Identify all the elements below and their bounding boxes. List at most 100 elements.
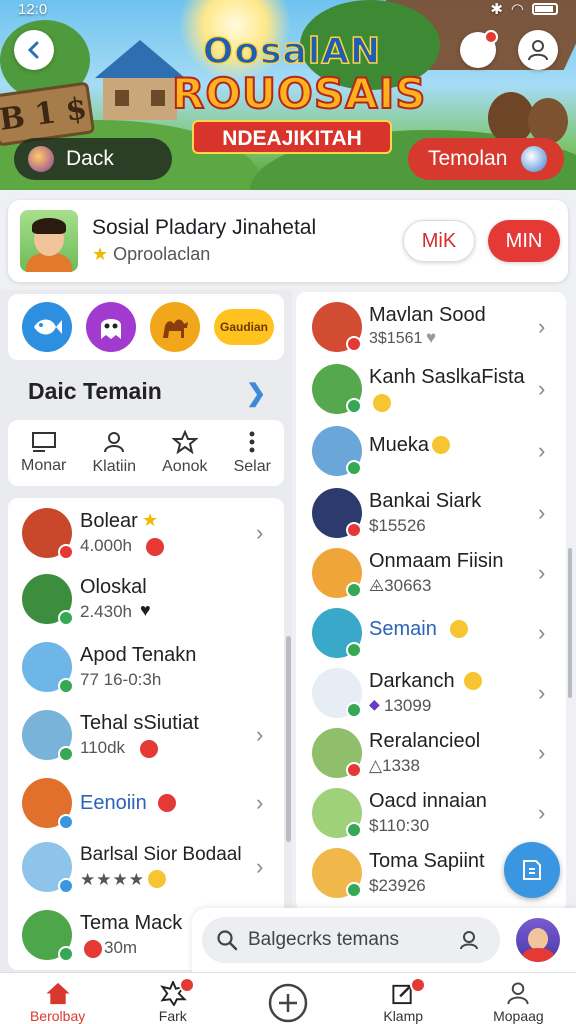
list-item[interactable]: Mueka › bbox=[296, 424, 566, 484]
smile-emoji-icon bbox=[450, 620, 468, 638]
min-button[interactable]: MIN bbox=[488, 220, 560, 262]
list-item[interactable]: Bolear ★ 4.000h › bbox=[8, 504, 284, 564]
gaudian-button[interactable]: Gaudian bbox=[214, 309, 274, 345]
logo-line2: ROUOSAIS bbox=[171, 69, 427, 118]
nav-profile[interactable]: Mopaag bbox=[461, 973, 576, 1024]
list-item[interactable]: Barlsal Sior Bodaal ★★★★ › bbox=[8, 838, 284, 898]
compose-fab[interactable] bbox=[504, 842, 560, 898]
status-badge bbox=[58, 544, 74, 560]
friend-name: Oacd innaian bbox=[369, 790, 487, 812]
tool-klatiin[interactable]: Klatiin bbox=[92, 430, 136, 476]
friend-status: 110dk bbox=[80, 738, 126, 757]
mik-button[interactable]: MiK bbox=[403, 220, 475, 262]
person-icon bbox=[104, 432, 125, 453]
friend-name: Bankai Siark bbox=[369, 490, 482, 512]
notification-badge bbox=[179, 977, 196, 993]
profile-name: Sosial Pladary Jinahetal bbox=[92, 216, 317, 239]
friend-score: $15526 bbox=[369, 516, 426, 535]
friend-name: Eenoiin bbox=[80, 792, 147, 814]
list-item[interactable]: Semain › bbox=[296, 606, 566, 666]
chevron-right-icon: › bbox=[538, 800, 546, 825]
temolan-label: Temolan bbox=[428, 147, 508, 170]
user-avatar[interactable] bbox=[516, 918, 560, 962]
logo-ribbon: NDEAJIKITAH bbox=[192, 120, 392, 154]
friend-status: 2.430h bbox=[80, 602, 132, 621]
nav-add[interactable] bbox=[230, 973, 345, 1024]
add-friend-icon[interactable] bbox=[458, 929, 480, 951]
smile-emoji-icon bbox=[373, 394, 391, 412]
status-time: 12:0 bbox=[18, 0, 48, 18]
temolan-button[interactable]: Temolan bbox=[408, 138, 564, 180]
list-item[interactable]: Reralancieol △1338 › bbox=[296, 726, 566, 786]
nav-label: Fark bbox=[158, 1008, 187, 1024]
friend-score: △1338 bbox=[369, 756, 420, 775]
star-icon: ★ bbox=[92, 244, 109, 264]
nav-home[interactable]: Berolbay bbox=[0, 973, 115, 1024]
notification-badge bbox=[409, 977, 426, 993]
list-item[interactable]: Oloskal 2.430h ♥ bbox=[8, 570, 284, 630]
more-vertical-icon bbox=[249, 431, 255, 453]
profile-subtitle-text: Oproolaclan bbox=[113, 244, 211, 264]
online-badge bbox=[346, 822, 362, 838]
tool-selar[interactable]: Selar bbox=[234, 430, 271, 476]
fire-icon bbox=[140, 740, 158, 758]
left-scrollbar[interactable] bbox=[286, 636, 291, 842]
status-bar: 12:0 ✱ ◠ bbox=[0, 0, 576, 18]
home-icon bbox=[46, 982, 70, 1005]
smile-emoji-icon bbox=[432, 436, 450, 454]
nav-label: Berolbay bbox=[29, 1008, 86, 1024]
search-icon[interactable] bbox=[216, 929, 238, 951]
compose-icon bbox=[523, 860, 541, 880]
camel-app-icon[interactable] bbox=[150, 302, 200, 352]
online-badge bbox=[346, 582, 362, 598]
list-item[interactable]: Kanh SaslkaFista › bbox=[296, 362, 566, 422]
section-expand-icon[interactable]: ❯ bbox=[246, 379, 266, 408]
wifi-icon: ◠ bbox=[510, 1, 524, 18]
online-badge bbox=[346, 882, 362, 898]
notification-button[interactable] bbox=[460, 30, 498, 68]
friend-name: Oloskal bbox=[80, 576, 147, 598]
right-scrollbar[interactable] bbox=[568, 548, 572, 698]
list-item[interactable]: Oacd innaian $110:30 › bbox=[296, 786, 566, 846]
search-panel bbox=[192, 908, 576, 974]
search-input[interactable] bbox=[248, 929, 448, 951]
ghost-app-icon[interactable] bbox=[86, 302, 136, 352]
friend-name: Reralancieol bbox=[369, 730, 481, 752]
bell-icon bbox=[146, 538, 164, 556]
friend-name: Barlsal Sior Bodaal bbox=[80, 844, 242, 865]
list-item[interactable]: Bankai Siark $15526 › bbox=[296, 486, 566, 546]
profile-avatar[interactable] bbox=[20, 210, 78, 272]
smile-emoji-icon bbox=[464, 672, 482, 690]
friend-score: $23926 bbox=[369, 876, 426, 895]
back-pill-label: Dack bbox=[66, 147, 114, 170]
app-shortcuts: Gaudian bbox=[8, 294, 284, 360]
bottom-navigation: Berolbay Fark Klamp Mopaag bbox=[0, 972, 576, 1024]
back-button[interactable] bbox=[14, 30, 54, 70]
game-logo: OosalAN ROUOSAIS NDEAJIKITAH bbox=[171, 31, 427, 162]
profile-subtitle: ★ Oproolaclan bbox=[92, 244, 210, 265]
user-icon bbox=[528, 40, 548, 61]
status-badge bbox=[58, 878, 74, 894]
fish-app-icon[interactable] bbox=[22, 302, 72, 352]
profile-button[interactable] bbox=[518, 30, 558, 70]
screen-icon bbox=[31, 432, 56, 452]
friend-status: 77 16-0:3h bbox=[80, 670, 162, 689]
list-item[interactable]: Apod Tenakn 77 16-0:3h bbox=[8, 638, 284, 698]
list-item[interactable]: Mavlan Sood 3$1561 ♥ › bbox=[296, 300, 566, 360]
list-item[interactable]: Eenoiin › bbox=[8, 774, 284, 834]
nav-fark[interactable]: Fark bbox=[115, 973, 230, 1024]
friend-name: Toma Sapiint bbox=[369, 850, 485, 872]
back-pill-button[interactable]: Dack bbox=[14, 138, 172, 180]
list-item[interactable]: Tehal sSiutiat 110dk › bbox=[8, 706, 284, 766]
tool-aonok[interactable]: Aonok bbox=[162, 430, 208, 476]
tool-monar[interactable]: Monar bbox=[21, 431, 66, 475]
chevron-right-icon: › bbox=[256, 722, 264, 747]
friend-name: Apod Tenakn bbox=[80, 644, 197, 666]
list-item[interactable]: Darkanch ◆ 13099 › bbox=[296, 666, 566, 726]
nav-klamp[interactable]: Klamp bbox=[346, 973, 461, 1024]
heart-eyes-icon bbox=[84, 940, 102, 958]
battery-icon bbox=[532, 3, 558, 15]
friend-name: Darkanch bbox=[369, 670, 455, 692]
friend-score: $110:30 bbox=[369, 816, 430, 835]
list-item[interactable]: Onmaam Fiisin ⨹30663 › bbox=[296, 546, 566, 606]
